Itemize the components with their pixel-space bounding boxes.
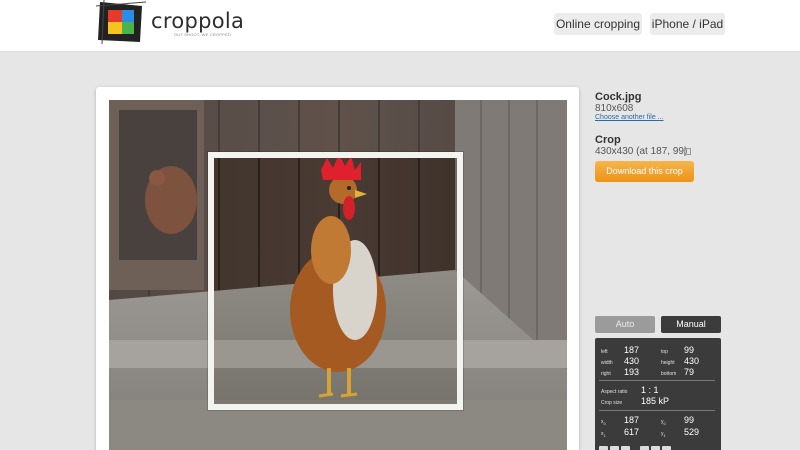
crop-selection-frame[interactable] bbox=[208, 152, 463, 410]
y0-value[interactable]: 99 bbox=[684, 415, 694, 425]
preset-button[interactable] bbox=[662, 446, 671, 450]
image-stage bbox=[96, 87, 579, 450]
top-label: top bbox=[661, 349, 668, 355]
tab-manual[interactable]: Manual bbox=[661, 316, 721, 333]
right-value[interactable]: 193 bbox=[624, 367, 639, 377]
x1-label: x1 bbox=[601, 431, 606, 438]
x0-label: x0 bbox=[601, 419, 606, 426]
bottom-value[interactable]: 79 bbox=[684, 367, 694, 377]
preset-button[interactable] bbox=[610, 446, 619, 450]
photo-preview[interactable] bbox=[109, 100, 567, 450]
manual-crop-panel: left 187 top 99 width 430 height 430 rig… bbox=[595, 338, 721, 450]
tab-auto[interactable]: Auto bbox=[595, 316, 655, 333]
y0-label: y0 bbox=[661, 419, 666, 426]
crop-details-toggle-icon[interactable] bbox=[684, 148, 691, 155]
nav-iphone-ipad[interactable]: iPhone / iPad bbox=[650, 13, 725, 35]
download-crop-button[interactable]: Download this crop bbox=[595, 161, 694, 182]
x1-value[interactable]: 617 bbox=[624, 427, 639, 437]
preset-button[interactable] bbox=[621, 446, 630, 450]
brand-tagline: OUT SHOOT, WE CROPPED bbox=[174, 32, 232, 37]
height-value[interactable]: 430 bbox=[684, 356, 699, 366]
crop-size-label: Crop size bbox=[601, 400, 623, 406]
width-label: width bbox=[601, 360, 613, 366]
crop-info: 430x430 (at 187, 99) bbox=[595, 146, 688, 157]
panel-divider bbox=[599, 410, 715, 411]
file-name: Cock.jpg bbox=[595, 91, 642, 103]
left-label: left bbox=[601, 349, 608, 355]
brand-name: croppola bbox=[151, 9, 245, 33]
file-dimensions: 810x608 bbox=[595, 103, 634, 114]
nav-online-cropping[interactable]: Online cropping bbox=[554, 13, 642, 35]
header-bar: croppola OUT SHOOT, WE CROPPED Online cr… bbox=[0, 0, 800, 52]
aspect-ratio-label: Aspect ratio bbox=[601, 389, 628, 395]
right-label: right bbox=[601, 371, 611, 377]
preset-button[interactable] bbox=[599, 446, 608, 450]
crop-size-value: 185 kP bbox=[641, 396, 670, 406]
y1-value[interactable]: 529 bbox=[684, 427, 699, 437]
preset-buttons-row bbox=[599, 443, 715, 450]
height-label: height bbox=[661, 360, 675, 366]
croppola-logo-icon[interactable] bbox=[96, 0, 146, 44]
aspect-ratio-value[interactable]: 1 : 1 bbox=[641, 385, 659, 395]
width-value[interactable]: 430 bbox=[624, 356, 639, 366]
x0-value[interactable]: 187 bbox=[624, 415, 639, 425]
bottom-label: bottom bbox=[661, 371, 677, 377]
preset-button[interactable] bbox=[640, 446, 649, 450]
preset-button[interactable] bbox=[651, 446, 660, 450]
top-value[interactable]: 99 bbox=[684, 345, 694, 355]
left-value[interactable]: 187 bbox=[624, 345, 639, 355]
choose-another-file-link[interactable]: Choose another file ... bbox=[595, 114, 664, 121]
crop-heading: Crop bbox=[595, 134, 621, 146]
y1-label: y1 bbox=[661, 431, 666, 438]
panel-divider bbox=[599, 380, 715, 381]
